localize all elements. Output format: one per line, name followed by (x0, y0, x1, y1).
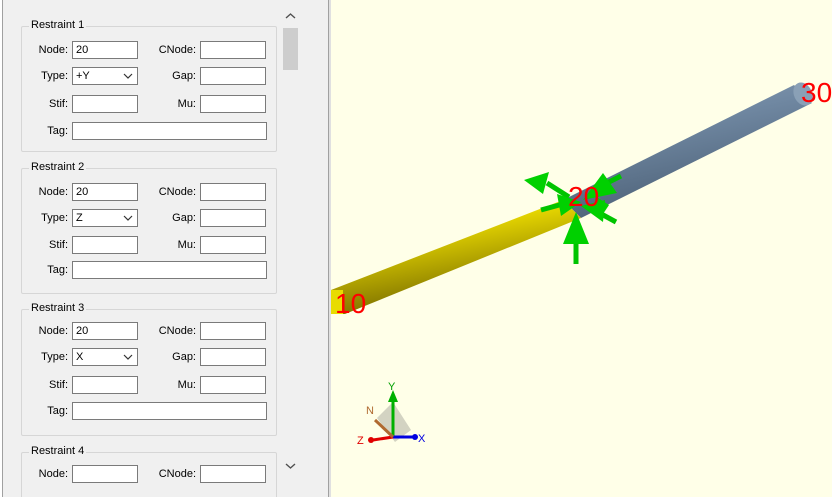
restraint-3-tag-label: Tag: (47, 405, 68, 417)
restraint-3-stif-label: Stif: (49, 379, 68, 391)
restraint-1-tag-label: Tag: (47, 125, 68, 137)
restraint-2-cnode-field[interactable] (200, 183, 266, 201)
chevron-down-icon (285, 463, 296, 469)
restraint-1-gap-label: Gap: (172, 70, 196, 82)
restraint-1-type-value: +Y (76, 70, 90, 82)
restraint-2-node-label: Node: (38, 186, 68, 198)
restraint-4-node-field[interactable] (72, 465, 138, 483)
restraint-1-stif-label: Stif: (49, 98, 68, 110)
panel-scrollbar[interactable] (282, 8, 299, 474)
restraint-2-cnode-label: CNode: (158, 186, 196, 198)
restraint-3-node-field[interactable]: 20 (72, 322, 138, 340)
restraint-3-cnode-field[interactable] (200, 322, 266, 340)
restraint-3-gap-field[interactable] (200, 348, 266, 366)
restraint-2-tag-field[interactable] (72, 261, 267, 279)
restraint-4-node-label: Node: (38, 468, 68, 480)
restraint-4-title: Restraint 4 (29, 445, 87, 457)
chevron-up-icon (285, 13, 296, 19)
restraint-1-node-field[interactable]: 20 (72, 41, 138, 59)
model-canvas: 10 20 30 Y X Z N (331, 77, 832, 447)
restraint-1-gap-field[interactable] (200, 67, 266, 85)
restraint-3-tag-field[interactable] (72, 402, 267, 420)
axis-label-y: Y (388, 381, 396, 393)
node-label-10: 10 (335, 288, 366, 319)
restraint-3-stif-field[interactable] (72, 376, 138, 394)
restraint-3-type-label: Type: (41, 351, 68, 363)
restraint-4-cnode-field[interactable] (200, 465, 266, 483)
restraint-1-node-label: Node: (38, 44, 68, 56)
restraint-2-title: Restraint 2 (29, 161, 87, 173)
axis-label-x: X (418, 433, 426, 445)
restraint-3-mu-field[interactable] (200, 376, 266, 394)
chevron-down-icon (123, 354, 133, 360)
node-label-20: 20 (568, 181, 599, 212)
scroll-up-button[interactable] (282, 8, 299, 25)
restraint-1-mu-label: Mu: (177, 98, 196, 110)
restraint-2-gap-field[interactable] (200, 209, 266, 227)
scroll-thumb[interactable] (283, 28, 298, 70)
restraint-4-cnode-label: CNode: (158, 468, 196, 480)
restraint-2-stif-label: Stif: (49, 239, 68, 251)
restraint-2-type-label: Type: (41, 212, 68, 224)
restraint-3-title: Restraint 3 (29, 302, 87, 314)
restraint-1-title: Restraint 1 (29, 19, 87, 31)
panel-splitter[interactable] (308, 0, 330, 497)
restraint-3-node-label: Node: (38, 325, 68, 337)
restraint-2-tag-label: Tag: (47, 264, 68, 276)
restraint-3-type-select[interactable]: X (72, 348, 138, 366)
restraint-2-stif-field[interactable] (72, 236, 138, 254)
restraint-1-tag-field[interactable] (72, 122, 267, 140)
restraint-3-gap-label: Gap: (172, 351, 196, 363)
restraint-2-mu-label: Mu: (177, 239, 196, 251)
restraint-3-cnode-label: CNode: (158, 325, 196, 337)
model-3d-viewport[interactable]: 10 20 30 Y X Z N (331, 0, 832, 497)
restraint-2-type-select[interactable]: Z (72, 209, 138, 227)
restraint-2-type-value: Z (76, 212, 83, 224)
pipe-segment-20-30[interactable] (563, 79, 816, 218)
restraint-2-node-field[interactable]: 20 (72, 183, 138, 201)
chevron-down-icon (123, 73, 133, 79)
node-label-30: 30 (801, 77, 832, 108)
panel-border (0, 0, 3, 497)
restraint-1-type-label: Type: (41, 70, 68, 82)
chevron-down-icon (123, 215, 133, 221)
scroll-down-button[interactable] (282, 457, 299, 474)
restraint-1-mu-field[interactable] (200, 95, 266, 113)
restraint-1-type-select[interactable]: +Y (72, 67, 138, 85)
restraint-3-mu-label: Mu: (177, 379, 196, 391)
restraint-3-type-value: X (76, 351, 84, 363)
restraint-1-stif-field[interactable] (72, 95, 138, 113)
restraint-panel: Restraint 1 Node: 20 CNode: Type: +Y Gap… (0, 0, 308, 497)
restraint-2-mu-field[interactable] (200, 236, 266, 254)
axis-label-n: N (366, 405, 374, 417)
restraint-1-cnode-label: CNode: (158, 44, 196, 56)
axis-triad: Y X Z N (357, 381, 426, 447)
axis-label-z: Z (357, 435, 364, 447)
restraint-2-gap-label: Gap: (172, 212, 196, 224)
restraint-1-cnode-field[interactable] (200, 41, 266, 59)
pipe-segment-10-20[interactable] (331, 200, 581, 314)
